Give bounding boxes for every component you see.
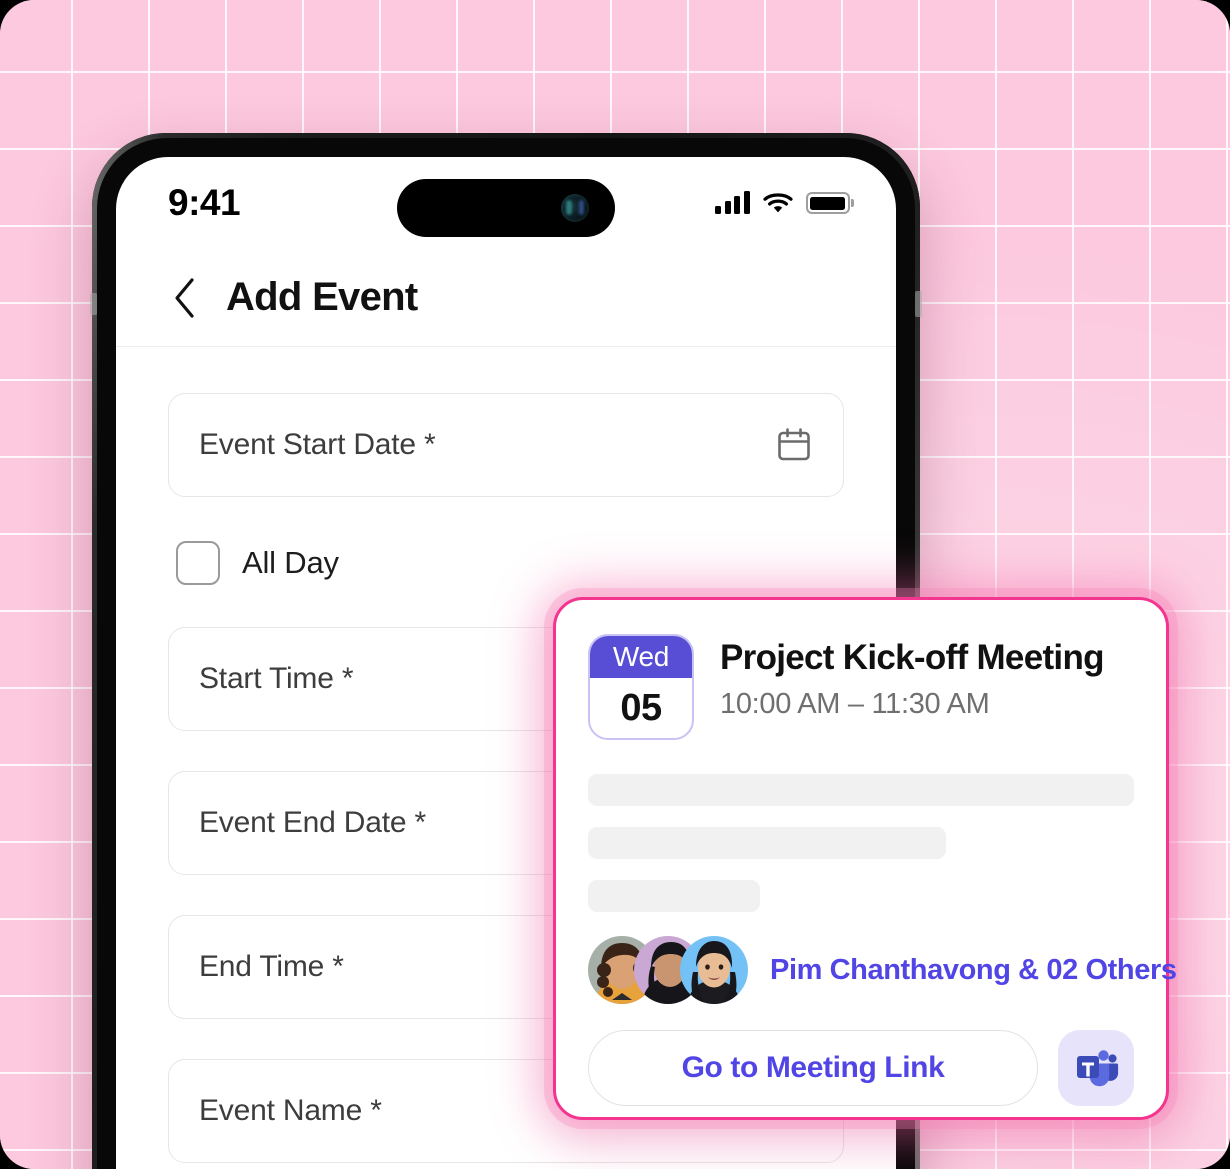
cellular-signal-icon (715, 191, 750, 214)
meeting-card: Wed 05 Project Kick-off Meeting 10:00 AM… (553, 597, 1177, 1120)
meeting-card-headtext: Project Kick-off Meeting 10:00 AM – 11:3… (720, 634, 1105, 721)
page-title: Add Event (226, 275, 418, 319)
avatar (680, 936, 748, 1004)
status-bar: 9:41 (116, 157, 896, 249)
back-button[interactable] (168, 277, 202, 318)
meeting-time-range: 10:00 AM – 11:30 AM (720, 688, 990, 720)
attendees-label[interactable]: Pim Chanthavong & 02 Others (770, 954, 1177, 987)
event-end-date-label: Event End Date * (199, 806, 426, 839)
chevron-left-icon (175, 277, 194, 318)
start-time-label: Start Time * (199, 662, 354, 695)
meeting-card-actions: Go to Meeting Link (588, 1030, 1134, 1106)
meeting-details-placeholder (588, 774, 1134, 912)
status-time: 9:41 (168, 182, 241, 223)
meeting-title: Project Kick-off Meeting (720, 638, 1105, 677)
dynamic-island (397, 179, 615, 237)
all-day-label: All Day (242, 545, 339, 580)
date-badge: Wed 05 (588, 634, 694, 740)
all-day-checkbox[interactable] (176, 541, 220, 585)
event-start-date-label: Event Start Date * (199, 428, 436, 461)
go-to-meeting-link-button[interactable]: Go to Meeting Link (588, 1030, 1038, 1106)
skeleton-line (588, 774, 1134, 806)
volume-button[interactable] (90, 293, 97, 315)
avatar-stack (588, 936, 748, 1004)
front-camera-icon (561, 194, 589, 222)
power-button[interactable] (915, 291, 922, 317)
microsoft-teams-button[interactable] (1058, 1030, 1134, 1106)
microsoft-teams-icon (1077, 1050, 1119, 1087)
date-badge-day: 05 (620, 686, 662, 729)
nav-bar: Add Event (116, 249, 896, 347)
meeting-card-header: Wed 05 Project Kick-off Meeting 10:00 AM… (588, 634, 1134, 740)
calendar-icon[interactable] (775, 426, 813, 464)
battery-full-icon (805, 192, 854, 214)
status-indicators (715, 191, 854, 214)
wifi-icon (762, 193, 793, 213)
mockup-stage: 9:41 Add Event Event Start Date * All Da… (0, 0, 1230, 1169)
all-day-row[interactable]: All Day (176, 541, 844, 585)
end-time-label: End Time * (199, 950, 344, 983)
event-start-date-field[interactable]: Event Start Date * (168, 393, 844, 497)
attendees-row[interactable]: Pim Chanthavong & 02 Others (588, 936, 1177, 1004)
skeleton-line (588, 880, 760, 912)
date-badge-weekday: Wed (590, 636, 692, 678)
skeleton-line (588, 827, 946, 859)
event-name-label: Event Name * (199, 1094, 382, 1127)
